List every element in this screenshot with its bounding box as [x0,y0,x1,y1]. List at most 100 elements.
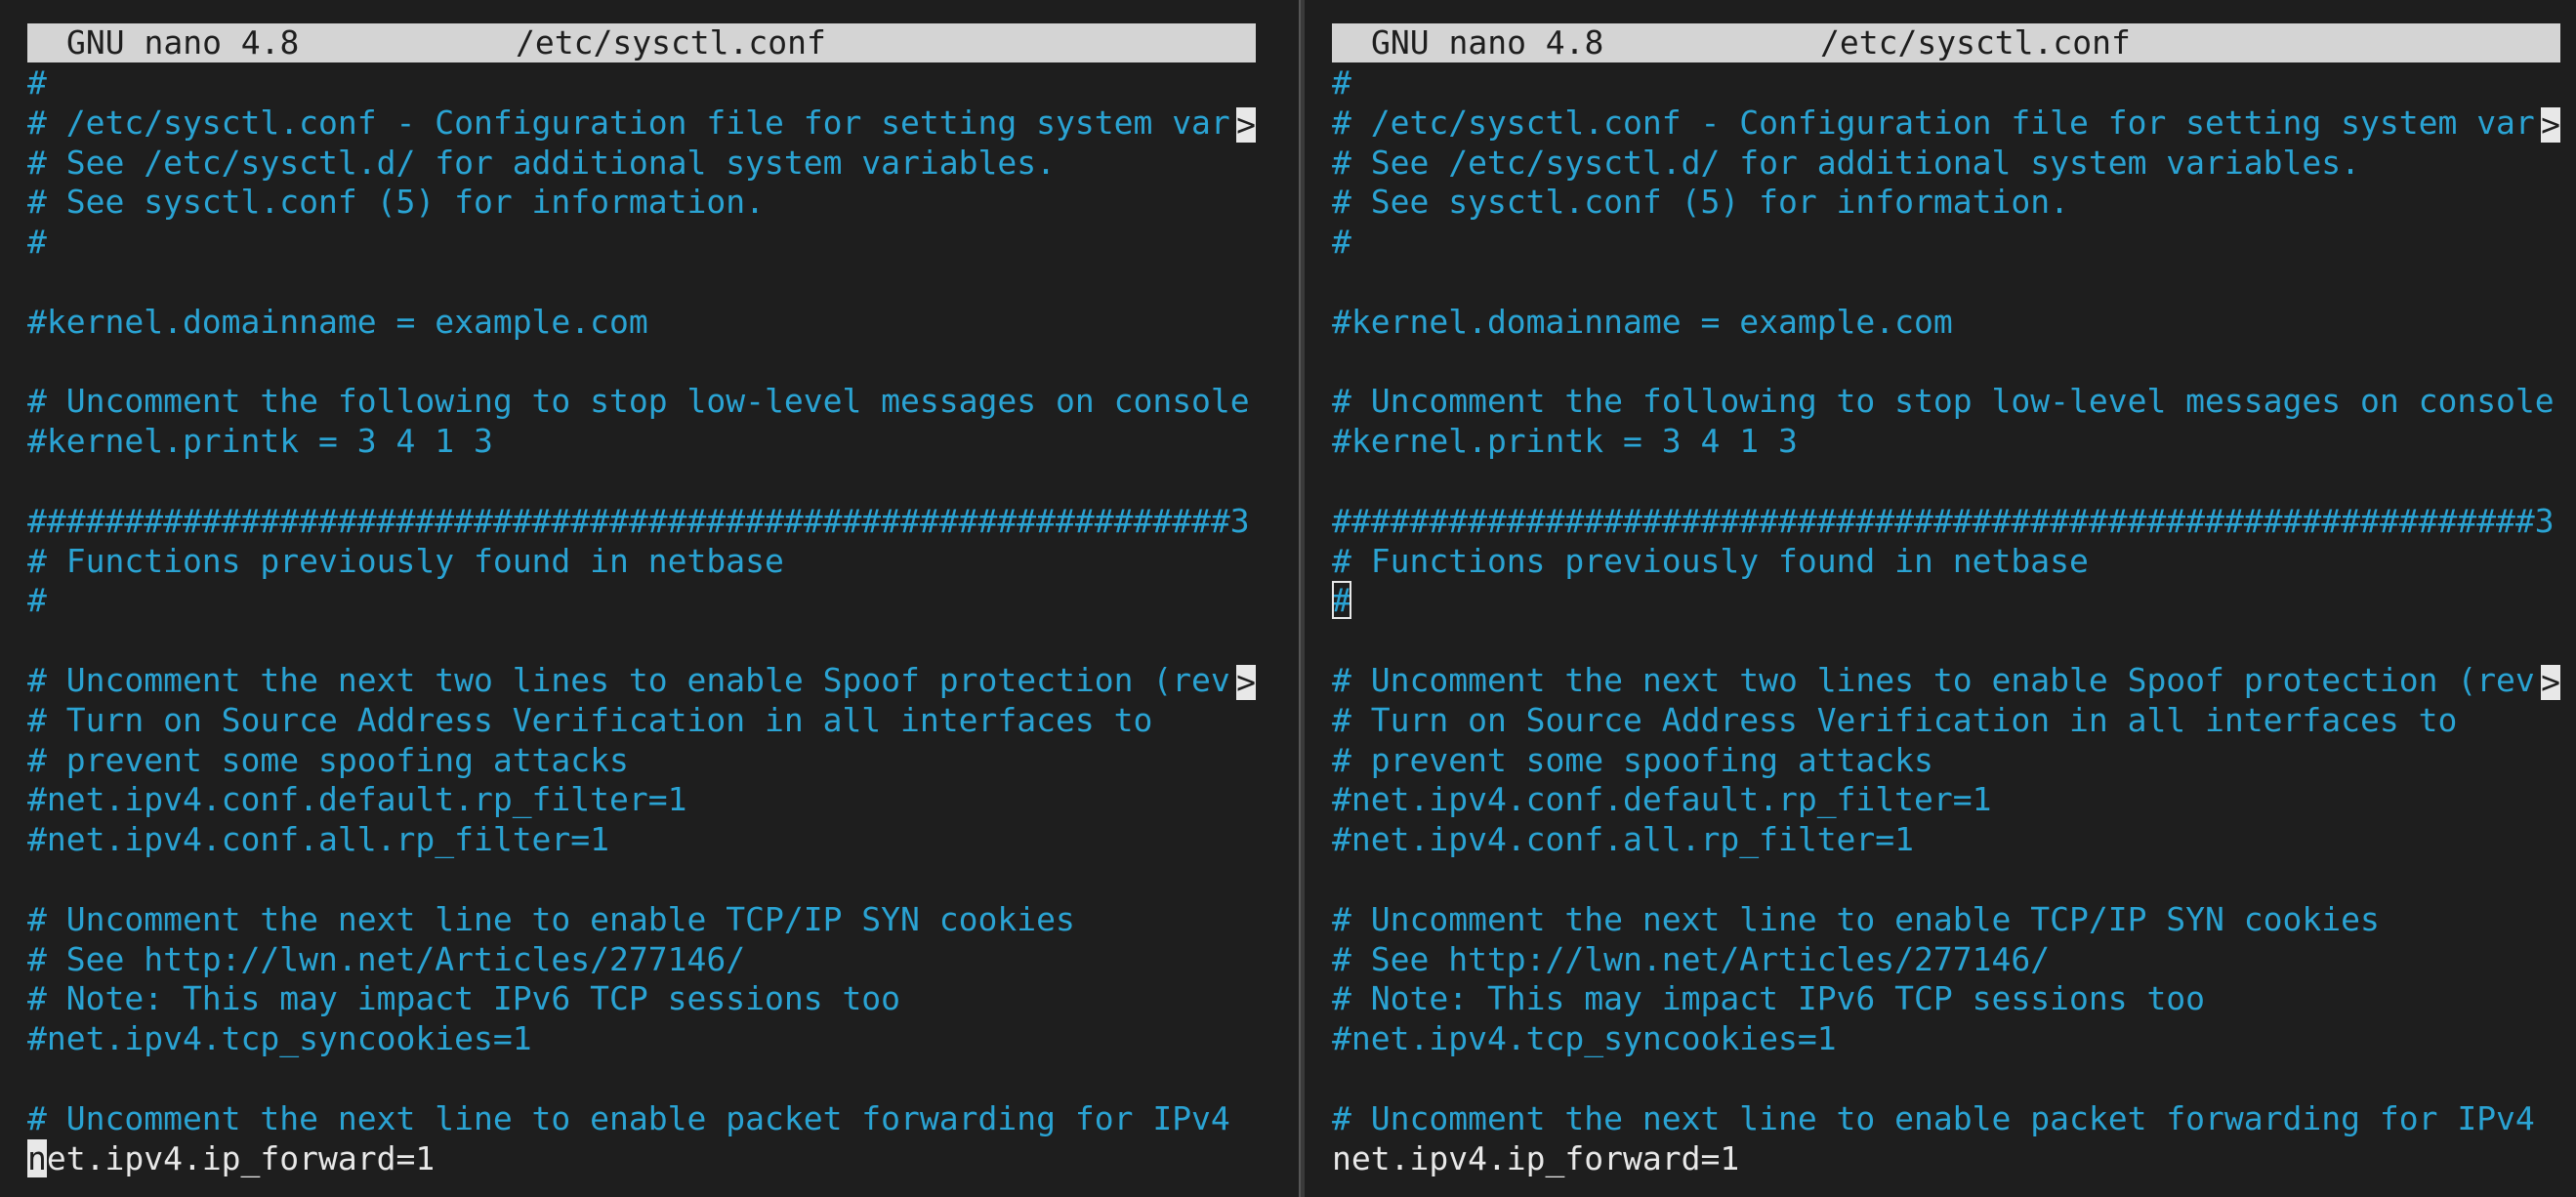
blank-line[interactable] [1332,462,2560,502]
editor-line[interactable]: #net.ipv4.tcp_syncookies=1 [1332,1019,2560,1059]
editor-line[interactable]: # Functions previously found in netbase [27,542,1256,582]
line-text: # [27,63,47,102]
editor-line[interactable]: ########################################… [1332,502,2560,542]
line-text: # Uncomment the next line to enable TCP/… [27,899,1075,938]
editor-line[interactable]: # Uncomment the next two lines to enable… [1332,661,2560,701]
line-text: #kernel.printk = 3 4 1 3 [1332,422,1798,461]
line-text: # See /etc/sysctl.d/ for additional syst… [1332,143,2360,182]
line-text: # Uncomment the next line to enable pack… [1332,1098,2535,1137]
nano-pane-right[interactable]: GNU nano 4.8 /etc/sysctl.conf # # /etc/sy… [1305,0,2576,1197]
editor-line[interactable]: # Note: This may impact IPv6 TCP session… [1332,979,2560,1019]
text-cursor: # [1332,581,1351,620]
line-text: # See /etc/sysctl.d/ for additional syst… [27,143,1056,182]
line-text: # Turn on Source Address Verification in… [1332,700,2458,739]
editor-line[interactable]: # Uncomment the next line to enable TCP/… [1332,900,2560,940]
line-text: ########################################… [27,501,1250,540]
editor-line[interactable]: # See http://lwn.net/Articles/277146/ [27,940,1256,980]
blank-line[interactable] [27,1059,1256,1099]
editor-line[interactable]: # Uncomment the next two lines to enable… [27,661,1256,701]
editor-line[interactable]: # See sysctl.conf (5) for information. [27,183,1256,223]
editor-line[interactable]: # /etc/sysctl.conf - Configuration file … [27,103,1256,144]
editor-line[interactable]: #kernel.domainname = example.com [27,303,1256,343]
line-text: # Turn on Source Address Verification in… [27,700,1153,739]
blank-line[interactable] [27,860,1256,900]
editor-line[interactable]: # See /etc/sysctl.d/ for additional syst… [27,144,1256,184]
editor-text-area[interactable]: # # /etc/sysctl.conf - Configuration file… [27,63,1256,1178]
line-truncated-indicator: > [1236,662,1256,701]
line-text: # [27,223,47,262]
blank-line[interactable] [27,343,1256,383]
line-text: # Uncomment the next line to enable TCP/… [1332,899,2380,938]
editor-line[interactable]: #kernel.domainname = example.com [1332,303,2560,343]
editor-line[interactable]: # [1332,581,2560,621]
line-text: # [27,581,47,620]
line-text: # See http://lwn.net/Articles/277146/ [1332,939,2051,978]
text-cursor: n [27,1138,47,1177]
editor-line[interactable]: # Note: This may impact IPv6 TCP session… [27,979,1256,1019]
blank-line[interactable] [1332,621,2560,661]
terminal-screen: GNU nano 4.8 /etc/sysctl.conf # # /etc/sy… [0,0,2576,1197]
editor-line[interactable]: #net.ipv4.conf.default.rp_filter=1 [1332,780,2560,820]
blank-line[interactable] [27,263,1256,303]
editor-line[interactable]: # Uncomment the following to stop low-le… [27,382,1256,422]
editor-line[interactable]: #net.ipv4.tcp_syncookies=1 [27,1019,1256,1059]
editor-line[interactable]: # Functions previously found in netbase [1332,542,2560,582]
editor-line[interactable]: # [1332,223,2560,263]
line-text: # [1332,63,1351,102]
editor-line[interactable]: # [27,63,1256,103]
editor-line[interactable]: #net.ipv4.conf.all.rp_filter=1 [1332,820,2560,860]
app-name: GNU nano 4.8 [1371,23,1604,62]
editor-line[interactable]: ########################################… [27,502,1256,542]
editor-line[interactable]: # /etc/sysctl.conf - Configuration file … [1332,103,2560,144]
line-text: # Uncomment the following to stop low-le… [1332,382,2555,421]
line-text: # /etc/sysctl.conf - Configuration file … [27,103,1230,142]
line-text: # Note: This may impact IPv6 TCP session… [1332,979,2206,1018]
line-text: # prevent some spoofing attacks [1332,740,1933,779]
editor-line[interactable]: # See /etc/sysctl.d/ for additional syst… [1332,144,2560,184]
editor-line[interactable]: # Uncomment the following to stop low-le… [1332,382,2560,422]
line-truncated-indicator: > [2541,662,2560,701]
blank-line[interactable] [27,621,1256,661]
editor-line[interactable]: # Turn on Source Address Verification in… [1332,701,2560,741]
line-text: #kernel.domainname = example.com [1332,302,1953,341]
editor-line[interactable]: # Uncomment the next line to enable TCP/… [27,900,1256,940]
blank-line[interactable] [1332,860,2560,900]
file-name: /etc/sysctl.conf [1820,23,2131,62]
editor-line[interactable]: #kernel.printk = 3 4 1 3 [1332,422,2560,462]
line-text: #net.ipv4.tcp_syncookies=1 [27,1019,532,1058]
editor-line[interactable]: # See http://lwn.net/Articles/277146/ [1332,940,2560,980]
editor-line[interactable]: # prevent some spoofing attacks [27,741,1256,781]
line-truncated-indicator: > [2541,104,2560,144]
blank-line[interactable] [27,462,1256,502]
editor-text-area[interactable]: # # /etc/sysctl.conf - Configuration file… [1332,63,2560,1178]
line-text: #net.ipv4.conf.default.rp_filter=1 [27,780,687,819]
editor-line[interactable]: # prevent some spoofing attacks [1332,741,2560,781]
line-text: #kernel.printk = 3 4 1 3 [27,422,493,461]
editor-line[interactable]: #net.ipv4.conf.default.rp_filter=1 [27,780,1256,820]
editor-line[interactable]: # Uncomment the next line to enable pack… [1332,1099,2560,1139]
line-text: # See sysctl.conf (5) for information. [1332,183,2069,222]
editor-line[interactable]: # Turn on Source Address Verification in… [27,701,1256,741]
editor-line[interactable]: #kernel.printk = 3 4 1 3 [27,422,1256,462]
line-text: # Functions previously found in netbase [1332,541,2089,580]
nano-pane-left[interactable]: GNU nano 4.8 /etc/sysctl.conf # # /etc/sy… [0,0,1299,1197]
editor-line[interactable]: # [27,223,1256,263]
editor-line[interactable]: #net.ipv4.conf.all.rp_filter=1 [27,820,1256,860]
line-text: #net.ipv4.conf.default.rp_filter=1 [1332,780,1992,819]
editor-line[interactable]: net.ipv4.ip_forward=1 [27,1138,1256,1179]
nano-title-bar: GNU nano 4.8 /etc/sysctl.conf [1332,23,2560,62]
editor-line[interactable]: # [27,581,1256,621]
blank-line[interactable] [1332,1059,2560,1099]
editor-line[interactable]: # [1332,63,2560,103]
line-text: net.ipv4.ip_forward=1 [1332,1138,1740,1177]
nano-title-bar: GNU nano 4.8 /etc/sysctl.conf [27,23,1256,62]
editor-line[interactable]: net.ipv4.ip_forward=1 [1332,1139,2560,1179]
blank-line[interactable] [1332,343,2560,383]
line-text: # Functions previously found in netbase [27,541,784,580]
blank-line[interactable] [1332,263,2560,303]
app-name: GNU nano 4.8 [66,23,300,62]
editor-line[interactable]: # Uncomment the next line to enable pack… [27,1099,1256,1139]
line-text: # /etc/sysctl.conf - Configuration file … [1332,103,2535,142]
editor-line[interactable]: # See sysctl.conf (5) for information. [1332,183,2560,223]
line-text: # See sysctl.conf (5) for information. [27,183,765,222]
